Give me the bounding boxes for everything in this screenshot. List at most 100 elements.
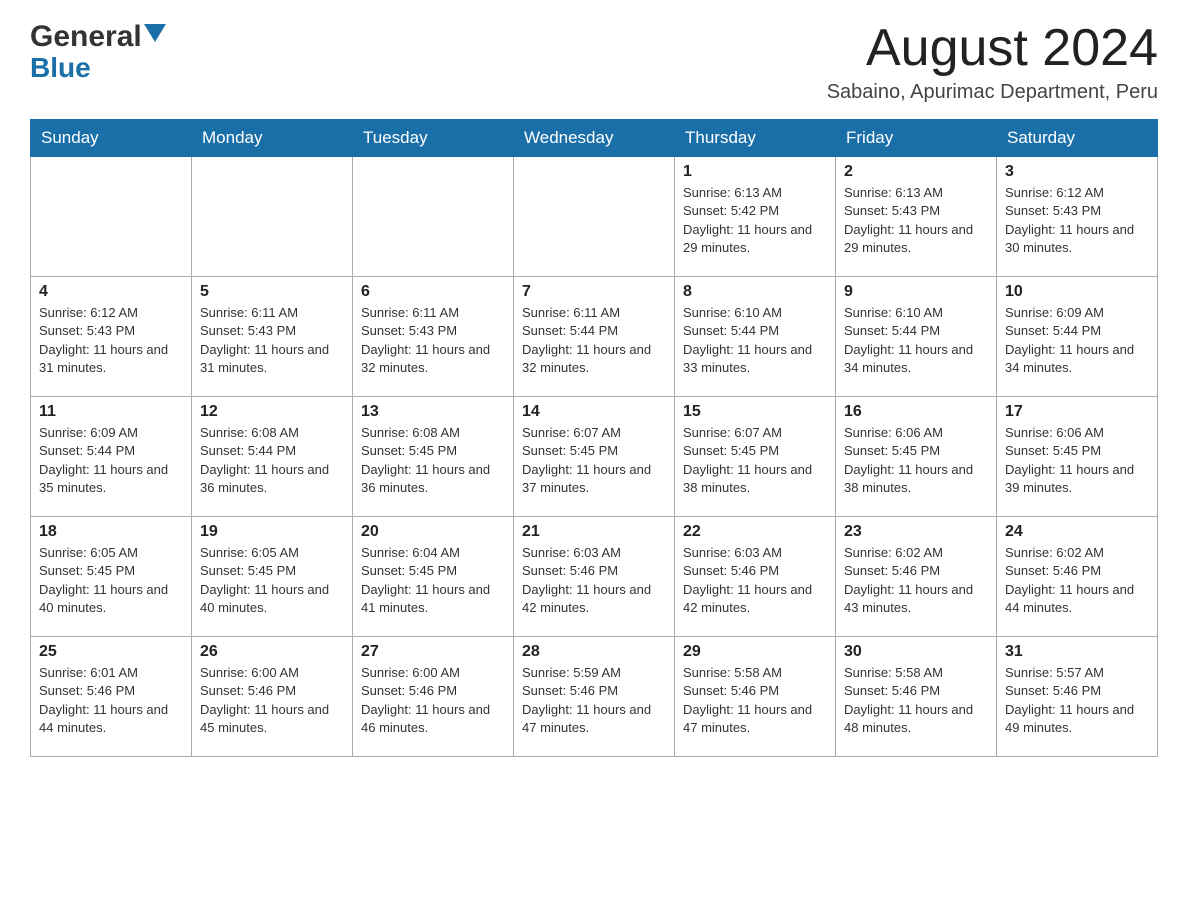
calendar-cell: 2 Sunrise: 6:13 AM Sunset: 5:43 PM Daylig… <box>836 157 997 277</box>
day-number: 8 <box>683 283 827 301</box>
day-info: Sunrise: 6:11 AM Sunset: 5:43 PM Dayligh… <box>200 304 344 377</box>
day-info: Sunrise: 6:13 AM Sunset: 5:42 PM Dayligh… <box>683 184 827 257</box>
day-number: 17 <box>1005 403 1149 421</box>
day-number: 27 <box>361 643 505 661</box>
day-info: Sunrise: 5:58 AM Sunset: 5:46 PM Dayligh… <box>683 664 827 737</box>
calendar-cell: 26 Sunrise: 6:00 AM Sunset: 5:46 PM Dayli… <box>192 637 353 757</box>
calendar-table: SundayMondayTuesdayWednesdayThursdayFrid… <box>30 119 1158 757</box>
calendar-cell: 21Sunrise: 6:03 AM Sunset: 5:46 PM Dayli… <box>514 517 675 637</box>
day-number: 2 <box>844 163 988 181</box>
calendar-cell: 20 Sunrise: 6:04 AM Sunset: 5:45 PM Dayli… <box>353 517 514 637</box>
day-number: 4 <box>39 283 183 301</box>
day-info: Sunrise: 6:07 AM Sunset: 5:45 PM Dayligh… <box>522 424 666 497</box>
calendar-week-row: 25 Sunrise: 6:01 AM Sunset: 5:46 PM Dayli… <box>31 637 1158 757</box>
logo-general-text: General <box>30 20 142 54</box>
day-info: Sunrise: 6:07 AM Sunset: 5:45 PM Dayligh… <box>683 424 827 497</box>
page-header: General Blue August 2024 Sabaino, Apurim… <box>30 20 1158 104</box>
day-info: Sunrise: 6:04 AM Sunset: 5:45 PM Dayligh… <box>361 544 505 617</box>
day-number: 3 <box>1005 163 1149 181</box>
day-number: 23 <box>844 523 988 541</box>
calendar-cell: 30Sunrise: 5:58 AM Sunset: 5:46 PM Dayli… <box>836 637 997 757</box>
day-number: 19 <box>200 523 344 541</box>
calendar-cell: 13Sunrise: 6:08 AM Sunset: 5:45 PM Dayli… <box>353 397 514 517</box>
calendar-cell: 28Sunrise: 5:59 AM Sunset: 5:46 PM Dayli… <box>514 637 675 757</box>
calendar-cell: 8 Sunrise: 6:10 AM Sunset: 5:44 PM Daylig… <box>675 277 836 397</box>
calendar-cell: 19 Sunrise: 6:05 AM Sunset: 5:45 PM Dayli… <box>192 517 353 637</box>
day-number: 30 <box>844 643 988 661</box>
day-info: Sunrise: 6:10 AM Sunset: 5:44 PM Dayligh… <box>683 304 827 377</box>
day-number: 12 <box>200 403 344 421</box>
day-info: Sunrise: 5:59 AM Sunset: 5:46 PM Dayligh… <box>522 664 666 737</box>
calendar-day-header: Wednesday <box>514 120 675 157</box>
day-info: Sunrise: 6:12 AM Sunset: 5:43 PM Dayligh… <box>39 304 183 377</box>
calendar-day-header: Friday <box>836 120 997 157</box>
day-number: 26 <box>200 643 344 661</box>
day-number: 31 <box>1005 643 1149 661</box>
day-number: 25 <box>39 643 183 661</box>
day-info: Sunrise: 6:02 AM Sunset: 5:46 PM Dayligh… <box>844 544 988 617</box>
calendar-cell: 29Sunrise: 5:58 AM Sunset: 5:46 PM Dayli… <box>675 637 836 757</box>
calendar-cell <box>514 157 675 277</box>
calendar-cell: 11 Sunrise: 6:09 AM Sunset: 5:44 PM Dayli… <box>31 397 192 517</box>
calendar-cell: 1 Sunrise: 6:13 AM Sunset: 5:42 PM Daylig… <box>675 157 836 277</box>
calendar-cell: 10Sunrise: 6:09 AM Sunset: 5:44 PM Dayli… <box>997 277 1158 397</box>
day-info: Sunrise: 6:00 AM Sunset: 5:46 PM Dayligh… <box>361 664 505 737</box>
calendar-day-header: Sunday <box>31 120 192 157</box>
calendar-header-row: SundayMondayTuesdayWednesdayThursdayFrid… <box>31 120 1158 157</box>
day-info: Sunrise: 6:10 AM Sunset: 5:44 PM Dayligh… <box>844 304 988 377</box>
day-number: 16 <box>844 403 988 421</box>
day-number: 14 <box>522 403 666 421</box>
month-title: August 2024 <box>827 20 1158 77</box>
day-number: 1 <box>683 163 827 181</box>
calendar-week-row: 1 Sunrise: 6:13 AM Sunset: 5:42 PM Daylig… <box>31 157 1158 277</box>
day-number: 6 <box>361 283 505 301</box>
calendar-cell: 12 Sunrise: 6:08 AM Sunset: 5:44 PM Dayli… <box>192 397 353 517</box>
calendar-cell <box>192 157 353 277</box>
title-section: August 2024 Sabaino, Apurimac Department… <box>827 20 1158 104</box>
day-info: Sunrise: 6:11 AM Sunset: 5:44 PM Dayligh… <box>522 304 666 377</box>
calendar-week-row: 18 Sunrise: 6:05 AM Sunset: 5:45 PM Dayli… <box>31 517 1158 637</box>
day-info: Sunrise: 6:05 AM Sunset: 5:45 PM Dayligh… <box>200 544 344 617</box>
day-info: Sunrise: 6:09 AM Sunset: 5:44 PM Dayligh… <box>1005 304 1149 377</box>
day-info: Sunrise: 6:06 AM Sunset: 5:45 PM Dayligh… <box>844 424 988 497</box>
day-info: Sunrise: 6:03 AM Sunset: 5:46 PM Dayligh… <box>683 544 827 617</box>
calendar-cell: 14 Sunrise: 6:07 AM Sunset: 5:45 PM Dayli… <box>514 397 675 517</box>
day-info: Sunrise: 5:57 AM Sunset: 5:46 PM Dayligh… <box>1005 664 1149 737</box>
calendar-cell: 23 Sunrise: 6:02 AM Sunset: 5:46 PM Dayli… <box>836 517 997 637</box>
calendar-cell: 27 Sunrise: 6:00 AM Sunset: 5:46 PM Dayli… <box>353 637 514 757</box>
calendar-day-header: Tuesday <box>353 120 514 157</box>
calendar-cell: 9 Sunrise: 6:10 AM Sunset: 5:44 PM Daylig… <box>836 277 997 397</box>
day-info: Sunrise: 6:01 AM Sunset: 5:46 PM Dayligh… <box>39 664 183 737</box>
day-info: Sunrise: 6:09 AM Sunset: 5:44 PM Dayligh… <box>39 424 183 497</box>
calendar-cell: 17 Sunrise: 6:06 AM Sunset: 5:45 PM Dayli… <box>997 397 1158 517</box>
calendar-day-header: Monday <box>192 120 353 157</box>
calendar-cell: 25 Sunrise: 6:01 AM Sunset: 5:46 PM Dayli… <box>31 637 192 757</box>
calendar-cell: 16 Sunrise: 6:06 AM Sunset: 5:45 PM Dayli… <box>836 397 997 517</box>
calendar-week-row: 11 Sunrise: 6:09 AM Sunset: 5:44 PM Dayli… <box>31 397 1158 517</box>
day-number: 11 <box>39 403 183 421</box>
day-number: 9 <box>844 283 988 301</box>
day-info: Sunrise: 6:06 AM Sunset: 5:45 PM Dayligh… <box>1005 424 1149 497</box>
calendar-cell: 24 Sunrise: 6:02 AM Sunset: 5:46 PM Dayli… <box>997 517 1158 637</box>
calendar-cell <box>31 157 192 277</box>
day-number: 22 <box>683 523 827 541</box>
day-info: Sunrise: 6:00 AM Sunset: 5:46 PM Dayligh… <box>200 664 344 737</box>
day-info: Sunrise: 6:13 AM Sunset: 5:43 PM Dayligh… <box>844 184 988 257</box>
day-number: 20 <box>361 523 505 541</box>
day-number: 24 <box>1005 523 1149 541</box>
calendar-day-header: Thursday <box>675 120 836 157</box>
calendar-cell: 18Sunrise: 6:05 AM Sunset: 5:45 PM Dayli… <box>31 517 192 637</box>
calendar-day-header: Saturday <box>997 120 1158 157</box>
day-number: 15 <box>683 403 827 421</box>
calendar-cell: 22 Sunrise: 6:03 AM Sunset: 5:46 PM Dayli… <box>675 517 836 637</box>
day-number: 5 <box>200 283 344 301</box>
day-info: Sunrise: 6:08 AM Sunset: 5:44 PM Dayligh… <box>200 424 344 497</box>
calendar-cell: 15 Sunrise: 6:07 AM Sunset: 5:45 PM Dayli… <box>675 397 836 517</box>
location-text: Sabaino, Apurimac Department, Peru <box>827 81 1158 104</box>
calendar-cell: 31 Sunrise: 5:57 AM Sunset: 5:46 PM Dayli… <box>997 637 1158 757</box>
logo: General Blue <box>30 20 166 84</box>
day-number: 18 <box>39 523 183 541</box>
calendar-cell: 6Sunrise: 6:11 AM Sunset: 5:43 PM Daylig… <box>353 277 514 397</box>
calendar-cell <box>353 157 514 277</box>
day-info: Sunrise: 6:02 AM Sunset: 5:46 PM Dayligh… <box>1005 544 1149 617</box>
